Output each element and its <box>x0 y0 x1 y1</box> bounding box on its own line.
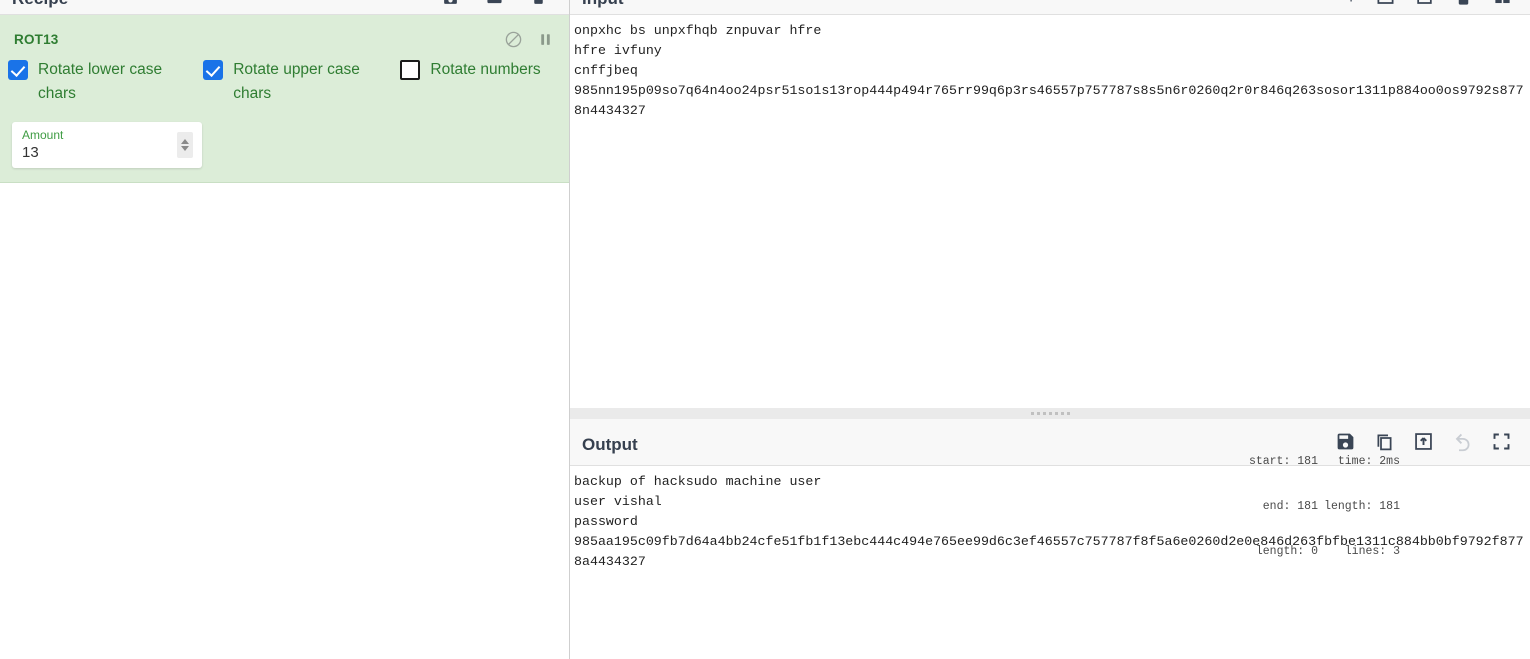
input-toolbar: + <box>1346 0 1512 7</box>
input-title-bar: Input length:0 lines:3 + <box>570 0 1530 15</box>
operation-header: ROT13 <box>0 15 569 49</box>
output-end-value: 181 <box>1297 500 1318 513</box>
splitter-dot <box>1054 412 1058 415</box>
arg-amount-field[interactable]: Amount 13 <box>12 122 202 168</box>
recipe-pane: Recipe ROT13 <box>0 0 570 659</box>
arg-label-rotate-upper-case: Rotate upper case chars <box>233 61 360 102</box>
arg-amount-value[interactable]: 13 <box>22 143 192 162</box>
io-column: Input length: 0 lines: 3 + <box>570 0 1530 659</box>
open-folder-as-input-icon[interactable] <box>1376 0 1395 7</box>
output-title-bar: Output start: 181 end: 181 length: 0 tim… <box>570 419 1530 558</box>
save-recipe-icon[interactable] <box>442 0 459 6</box>
recipe-toolbar <box>442 0 547 6</box>
arg-rotate-numbers[interactable]: Rotate numbers <box>400 58 555 82</box>
maximize-output-icon[interactable] <box>1491 431 1512 452</box>
checkbox-rotate-upper-case[interactable] <box>203 60 224 80</box>
input-pane: Input length:0 lines:3 + <box>570 0 1530 408</box>
open-file-as-input-icon[interactable] <box>1415 0 1434 7</box>
undo-icon[interactable] <box>1452 431 1473 452</box>
recipe-title-bar: Recipe <box>0 0 569 15</box>
clear-io-icon[interactable] <box>1454 0 1473 7</box>
output-start-value: 181 <box>1297 455 1318 468</box>
arg-label-rotate-lower-case: Rotate lower case chars <box>38 61 163 102</box>
input-textarea[interactable]: onpxhc bs unpxfhqb znpuvar hfre hfre ivf… <box>570 15 1530 408</box>
reset-pane-layout-icon[interactable] <box>1493 0 1512 7</box>
splitter-dot <box>1048 412 1052 415</box>
output-time-label: time: <box>1337 455 1373 468</box>
breakpoint-pause-icon[interactable] <box>535 29 555 49</box>
splitter-dot <box>1030 412 1034 415</box>
recipe-pane-title: Recipe <box>12 0 68 9</box>
output-pane: Output start: 181 end: 181 length: 0 tim… <box>570 419 1530 659</box>
input-pane-title: Input <box>582 0 624 9</box>
recipe-drop-area[interactable] <box>0 183 569 659</box>
output-sel-length-label: length: <box>1255 545 1305 558</box>
save-output-icon[interactable] <box>1335 431 1356 452</box>
checkbox-rotate-lower-case[interactable] <box>8 60 28 80</box>
arg-amount-label: Amount <box>22 128 64 142</box>
io-splitter[interactable] <box>570 408 1530 419</box>
cyberchef-app: Recipe ROT13 <box>0 0 1530 659</box>
clear-recipe-icon[interactable] <box>530 0 547 6</box>
arg-amount-stepper[interactable] <box>177 132 193 158</box>
arg-rotate-lower-case[interactable]: Rotate lower case chars <box>8 58 203 106</box>
load-recipe-icon[interactable] <box>486 0 503 6</box>
stepper-down-icon[interactable] <box>181 146 189 151</box>
checkbox-rotate-numbers[interactable] <box>400 60 421 80</box>
output-status-col1: start: 181 end: 181 length: 0 <box>1249 424 1318 589</box>
replace-input-icon[interactable] <box>1413 431 1434 452</box>
output-start-label: start: <box>1248 455 1291 468</box>
arg-label-rotate-numbers: Rotate numbers <box>430 61 541 78</box>
splitter-dot <box>1060 412 1064 415</box>
output-pane-title: Output <box>582 435 638 454</box>
output-length-label: length: <box>1324 500 1373 513</box>
stepper-up-icon[interactable] <box>181 139 189 144</box>
output-time-value: 2ms <box>1379 455 1400 468</box>
operation-rot13[interactable]: ROT13 Rotate lower case chars Rotate upp… <box>0 15 569 183</box>
output-end-label: end: <box>1262 500 1291 513</box>
disable-operation-icon[interactable] <box>503 29 523 49</box>
splitter-dot <box>1042 412 1046 415</box>
output-sel-length-value: 0 <box>1311 545 1318 558</box>
output-toolbar <box>1335 431 1512 452</box>
splitter-dot <box>1036 412 1040 415</box>
operation-arguments: Rotate lower case chars Rotate upper cas… <box>0 49 569 106</box>
splitter-dot <box>1066 412 1070 415</box>
add-input-tab-icon[interactable]: + <box>1346 0 1356 7</box>
output-lines-label: lines: <box>1344 545 1387 558</box>
copy-output-icon[interactable] <box>1374 431 1395 452</box>
operation-header-icons <box>503 29 555 49</box>
operation-title: ROT13 <box>14 31 59 47</box>
output-lines-value: 3 <box>1393 545 1400 558</box>
output-length-value: 181 <box>1379 500 1400 513</box>
arg-rotate-upper-case[interactable]: Rotate upper case chars <box>203 58 400 106</box>
